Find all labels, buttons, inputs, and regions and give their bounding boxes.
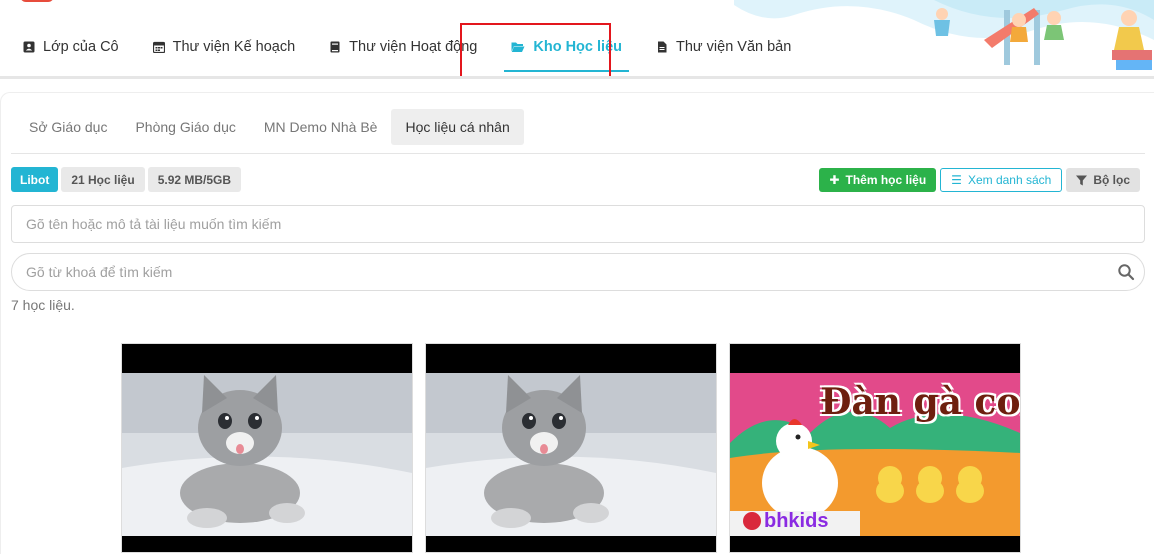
list-icon: ☰ <box>951 173 962 187</box>
calendar-icon <box>152 41 165 53</box>
material-card[interactable] <box>425 343 717 553</box>
filter-label: Bộ lọc <box>1093 173 1130 187</box>
tabs-divider <box>11 153 1145 154</box>
libot-badge[interactable]: Libot <box>11 167 59 192</box>
plus-icon: ✚ <box>829 173 840 187</box>
nav-label: Thư viện Hoạt động <box>349 39 478 55</box>
source-tabs: Sở Giáo dục Phòng Giáo dục MN Demo Nhà B… <box>15 109 524 145</box>
nav-kho-hoc-lieu[interactable]: Kho Học liệu <box>494 26 639 72</box>
nav-label: Lớp của Cô <box>43 39 119 55</box>
stats-badges: Libot 21 Học liệu 5.92 MB/5GB <box>11 167 242 192</box>
brand-logo: bhkids <box>764 510 829 532</box>
chickens-cartoon-thumbnail: Đàn gà con bhkids <box>730 373 1020 536</box>
tab-hoc-lieu-ca-nhan[interactable]: Học liệu cá nhân <box>391 109 524 145</box>
nav-thu-vien-hoat-dong[interactable]: Thư viện Hoạt động <box>312 26 494 68</box>
main-nav: Lớp của Cô Thư viện Kế hoạch Thư viện Ho… <box>0 26 808 72</box>
kitten-thumbnail <box>426 373 716 536</box>
filter-icon <box>1076 175 1088 185</box>
material-card[interactable] <box>121 343 413 553</box>
folder-open-icon <box>511 42 525 52</box>
result-count: 7 học liệu. <box>11 297 75 313</box>
filter-button[interactable]: Bộ lọc <box>1066 168 1140 192</box>
kitten-thumbnail <box>122 373 412 536</box>
keyword-search-input[interactable] <box>11 253 1145 291</box>
thumbnail-title: Đàn gà con <box>820 381 1020 423</box>
view-list-label: Xem danh sách <box>967 173 1052 187</box>
content-card: Sở Giáo dục Phòng Giáo dục MN Demo Nhà B… <box>0 92 1154 554</box>
nav-thu-vien-ke-hoach[interactable]: Thư viện Kế hoạch <box>136 26 313 68</box>
nav-label: Thư viện Kế hoạch <box>172 39 296 55</box>
material-card[interactable]: Đàn gà con bhkids <box>729 343 1021 553</box>
header-divider <box>0 76 1154 79</box>
nav-thu-vien-van-ban[interactable]: Thư viện Văn bản <box>639 26 808 68</box>
nav-label: Thư viện Văn bản <box>676 39 792 55</box>
tab-mn-demo-nha-be[interactable]: MN Demo Nhà Bè <box>250 109 392 145</box>
toolbar-actions: ✚ Thêm học liệu ☰ Xem danh sách Bộ lọc <box>819 168 1140 192</box>
nav-label: Kho Học liệu <box>533 39 622 55</box>
document-icon <box>658 41 667 53</box>
search-icon[interactable] <box>1117 263 1135 281</box>
tab-phong-giao-duc[interactable]: Phòng Giáo dục <box>121 109 249 145</box>
add-material-button[interactable]: ✚ Thêm học liệu <box>819 168 937 192</box>
nav-lop-cua-co[interactable]: Lớp của Cô <box>6 26 136 68</box>
top-header: Lớp của Cô Thư viện Kế hoạch Thư viện Ho… <box>0 0 1154 78</box>
book-icon <box>330 41 340 53</box>
item-count-badge: 21 Học liệu <box>61 167 145 192</box>
description-search-input[interactable] <box>11 205 1145 243</box>
tab-so-giao-duc[interactable]: Sở Giáo dục <box>15 109 121 145</box>
logo[interactable] <box>20 0 54 2</box>
storage-badge: 5.92 MB/5GB <box>147 167 242 192</box>
add-material-label: Thêm học liệu <box>845 173 927 187</box>
contact-card-icon <box>23 41 35 53</box>
view-list-button[interactable]: ☰ Xem danh sách <box>940 168 1063 192</box>
